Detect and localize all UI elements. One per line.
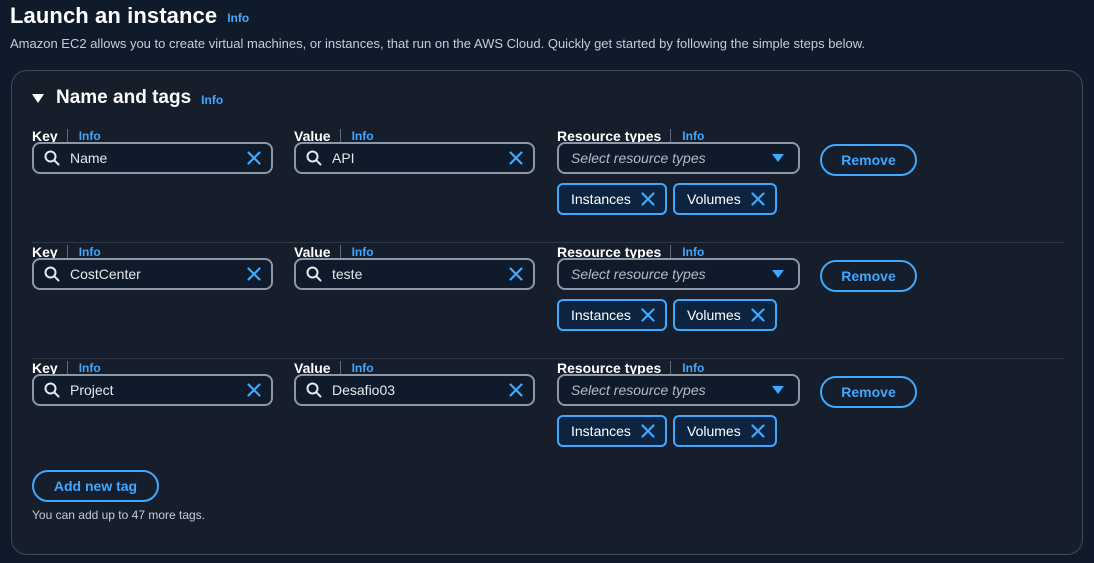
resource-types-placeholder: Select resource types	[571, 382, 706, 398]
close-icon	[509, 267, 523, 281]
resource-token-instances: Instances	[557, 415, 667, 447]
label-divider	[66, 129, 68, 143]
token-label: Volumes	[687, 191, 741, 207]
clear-value-button[interactable]	[507, 265, 525, 283]
section-header-toggle[interactable]: Name and tags Info	[32, 87, 223, 109]
key-info-link[interactable]: Info	[79, 361, 101, 375]
search-icon	[44, 150, 60, 166]
resource-types-placeholder: Select resource types	[571, 266, 706, 282]
close-icon	[641, 424, 655, 438]
resource-types-select[interactable]: Select resource types	[557, 374, 800, 406]
label-divider	[670, 361, 672, 375]
caret-down-icon	[772, 270, 784, 278]
close-icon	[247, 383, 261, 397]
section-title: Name and tags	[56, 87, 192, 108]
token-label: Instances	[571, 423, 631, 439]
resource-token-instances: Instances	[557, 299, 667, 331]
remove-tag-button[interactable]: Remove	[820, 144, 917, 176]
clear-key-button[interactable]	[245, 149, 263, 167]
token-label: Volumes	[687, 307, 741, 323]
close-icon	[641, 308, 655, 322]
section-info-link[interactable]: Info	[201, 93, 223, 107]
label-divider	[339, 129, 341, 143]
key-input[interactable]: CostCenter	[32, 258, 273, 290]
token-label: Instances	[571, 307, 631, 323]
search-icon	[44, 382, 60, 398]
page-description: Amazon EC2 allows you to create virtual …	[10, 36, 866, 51]
close-icon	[247, 151, 261, 165]
resource-types-info-link[interactable]: Info	[682, 245, 704, 259]
value-info-link[interactable]: Info	[352, 361, 374, 375]
page-header: Launch an instance Info	[10, 0, 249, 32]
resource-types-info-link[interactable]: Info	[682, 129, 704, 143]
close-icon	[641, 192, 655, 206]
value-info-link[interactable]: Info	[352, 129, 374, 143]
key-input[interactable]: Project	[32, 374, 273, 406]
remove-token-button[interactable]	[639, 190, 657, 208]
token-label: Instances	[571, 191, 631, 207]
close-icon	[247, 267, 261, 281]
value-value: teste	[332, 266, 363, 282]
label-divider	[670, 129, 672, 143]
label-divider	[670, 245, 672, 259]
search-icon	[44, 266, 60, 282]
resource-types-select[interactable]: Select resource types	[557, 142, 800, 174]
caret-down-icon	[772, 154, 784, 162]
add-new-tag-button[interactable]: Add new tag	[32, 470, 159, 502]
clear-value-button[interactable]	[507, 149, 525, 167]
tag-row: Key Info Project Value Info Desafio03 Re…	[32, 359, 1064, 475]
label-divider	[66, 361, 68, 375]
remove-tag-button[interactable]: Remove	[820, 376, 917, 408]
key-info-link[interactable]: Info	[79, 129, 101, 143]
close-icon	[751, 192, 765, 206]
remove-token-button[interactable]	[749, 306, 767, 324]
key-value: CostCenter	[70, 266, 141, 282]
page-info-link[interactable]: Info	[227, 11, 249, 25]
value-input[interactable]: teste	[294, 258, 535, 290]
remove-token-button[interactable]	[749, 422, 767, 440]
name-and-tags-panel: Name and tags Info Key Info Name Value I…	[11, 70, 1083, 555]
close-icon	[509, 151, 523, 165]
clear-value-button[interactable]	[507, 381, 525, 399]
search-icon	[306, 150, 322, 166]
value-input[interactable]: API	[294, 142, 535, 174]
token-label: Volumes	[687, 423, 741, 439]
value-input[interactable]: Desafio03	[294, 374, 535, 406]
search-icon	[306, 382, 322, 398]
label-divider	[339, 245, 341, 259]
clear-key-button[interactable]	[245, 265, 263, 283]
resource-token-instances: Instances	[557, 183, 667, 215]
resource-types-placeholder: Select resource types	[571, 150, 706, 166]
close-icon	[751, 424, 765, 438]
caret-down-icon	[772, 386, 784, 394]
clear-key-button[interactable]	[245, 381, 263, 399]
value-info-link[interactable]: Info	[352, 245, 374, 259]
search-icon	[306, 266, 322, 282]
remove-token-button[interactable]	[639, 422, 657, 440]
resource-token-volumes: Volumes	[673, 299, 777, 331]
value-value: API	[332, 150, 355, 166]
key-value: Name	[70, 150, 108, 166]
resource-types-select[interactable]: Select resource types	[557, 258, 800, 290]
key-input[interactable]: Name	[32, 142, 273, 174]
close-icon	[509, 383, 523, 397]
key-info-link[interactable]: Info	[79, 245, 101, 259]
label-divider	[66, 245, 68, 259]
resource-token-volumes: Volumes	[673, 183, 777, 215]
key-value: Project	[70, 382, 114, 398]
value-value: Desafio03	[332, 382, 396, 398]
resource-token-volumes: Volumes	[673, 415, 777, 447]
label-divider	[339, 361, 341, 375]
remove-token-button[interactable]	[639, 306, 657, 324]
tag-limit-hint: You can add up to 47 more tags.	[32, 508, 206, 522]
close-icon	[751, 308, 765, 322]
caret-down-icon	[32, 93, 44, 103]
tag-row: Key Info CostCenter Value Info teste Res…	[32, 243, 1064, 359]
resource-types-info-link[interactable]: Info	[682, 361, 704, 375]
page-title: Launch an instance	[10, 3, 218, 28]
remove-token-button[interactable]	[749, 190, 767, 208]
tag-row: Key Info Name Value Info API Resource ty…	[32, 127, 1064, 243]
remove-tag-button[interactable]: Remove	[820, 260, 917, 292]
